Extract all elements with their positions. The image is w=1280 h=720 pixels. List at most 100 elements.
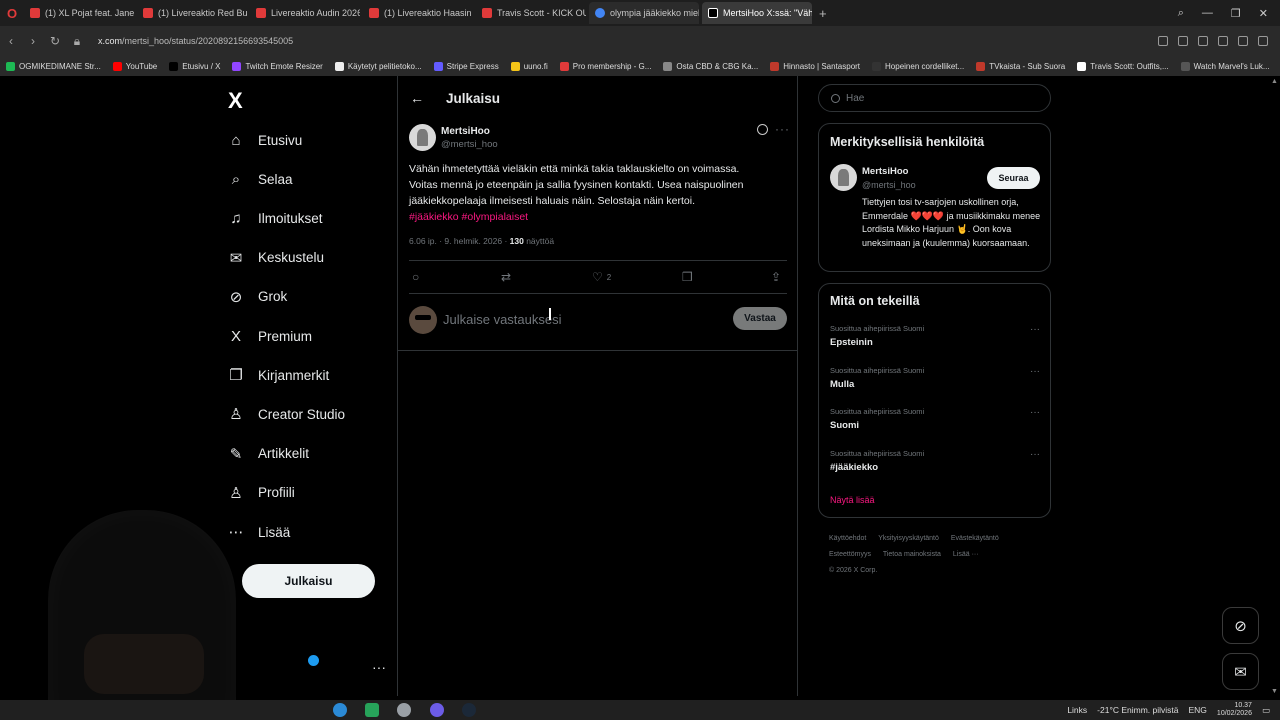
trend-more-icon[interactable]: ··· [1030, 324, 1040, 335]
clock[interactable]: 10.37 10/02/2026 [1217, 702, 1252, 718]
url-field[interactable]: x.com/mertsi_hoo/status/2020892156693545… [98, 36, 293, 46]
discord-icon[interactable] [430, 703, 444, 717]
close-icon[interactable]: ✕ [1259, 7, 1268, 20]
share-tweet-icon[interactable]: ⇪ [771, 270, 781, 284]
nav-item-explore[interactable]: ⌕ Selaa [228, 165, 293, 193]
nav-item-bookmarks[interactable]: ❐ Kirjanmerkit [228, 361, 329, 389]
browser-tab[interactable]: (1) Livereaktio Haasin 20... [363, 2, 473, 24]
bookmark-item[interactable]: Hinnasto | Santasport [770, 61, 860, 71]
relevant-avatar[interactable] [830, 164, 857, 191]
browser-tab-active[interactable]: MertsiHoo X:ssä: "Vähän [702, 2, 812, 24]
repost-icon[interactable]: ⇄ [501, 270, 511, 284]
footer-link[interactable]: Lisää ··· [953, 551, 979, 558]
post-button[interactable]: Julkaisu [242, 564, 375, 598]
author-name[interactable]: MertsiHoo [441, 126, 490, 137]
trend-more-icon[interactable]: ··· [1030, 449, 1040, 460]
weather-widget[interactable]: -21°C Enimm. pilvistä [1097, 705, 1178, 715]
more-options-icon[interactable]: ··· [775, 122, 790, 136]
camera-icon[interactable] [1178, 36, 1188, 46]
back-icon[interactable]: ‹ [0, 34, 22, 48]
nav-item-creator-studio[interactable]: ♙ Creator Studio [228, 400, 345, 428]
bookmark-item[interactable]: Watch Marvel's Luk... [1180, 61, 1270, 71]
like-button[interactable]: ♡ 2 [592, 270, 611, 284]
reply-icon[interactable]: ○ [412, 270, 419, 284]
bookmark-item[interactable]: Stripe Express [433, 61, 499, 71]
ai-icon[interactable] [1198, 36, 1208, 46]
scroll-up-icon[interactable]: ▲ [1271, 78, 1278, 85]
opera-logo-icon[interactable]: O [0, 0, 24, 26]
app-icon[interactable] [397, 703, 411, 717]
trend-item[interactable]: Suosittua aihepiirissä Suomi #jääkiekko ··… [830, 449, 1040, 473]
hashtag-link[interactable]: #jääkiekko [409, 211, 459, 223]
scrollbar[interactable]: ▲ ▼ [1270, 76, 1280, 696]
messages-fab-icon[interactable]: ✉ [1222, 653, 1259, 690]
forward-icon[interactable]: › [22, 34, 44, 48]
x-logo-icon[interactable]: X [228, 88, 243, 114]
reload-icon[interactable]: ↻ [44, 34, 66, 48]
bookmark-item[interactable]: uuno.fi [510, 61, 548, 71]
relevant-name[interactable]: MertsiHoo [862, 166, 908, 177]
nav-item-messages[interactable]: ✉ Keskustelu [228, 244, 324, 272]
trend-more-icon[interactable]: ··· [1030, 366, 1040, 377]
search-tabs-icon[interactable]: ⌕ [1178, 7, 1184, 20]
nav-item-articles[interactable]: ✎ Artikkelit [228, 440, 309, 468]
nav-item-premium[interactable]: X Premium [228, 322, 312, 350]
lock-icon[interactable]: 🔒︎ [66, 34, 88, 49]
bookmark-item[interactable]: TVkaista - Sub Suora [976, 61, 1065, 71]
bookmark-item[interactable]: Twitch Emote Resizer [232, 61, 323, 71]
share-icon[interactable] [1158, 36, 1168, 46]
grok-icon[interactable] [757, 124, 768, 135]
trend-more-icon[interactable]: ··· [1030, 407, 1040, 418]
back-arrow-icon[interactable]: ← [410, 90, 424, 106]
search-input[interactable]: Hae [818, 84, 1051, 112]
author-handle[interactable]: @mertsi_hoo [441, 139, 498, 150]
bookmark-tweet-icon[interactable]: ❒ [682, 270, 693, 284]
bookmark-item[interactable]: Hopeinen cordelliket... [872, 61, 964, 71]
minimize-icon[interactable]: — [1202, 7, 1213, 19]
relevant-handle[interactable]: @mertsi_hoo [862, 180, 916, 190]
browser-tab[interactable]: Livereaktio Audin 2026 F1 [250, 2, 360, 24]
browser-tab[interactable]: (1) XL Pojat feat. Janely [24, 2, 134, 24]
notifications-icon[interactable]: ▭ [1262, 705, 1270, 716]
scroll-down-icon[interactable]: ▼ [1271, 688, 1278, 695]
footer-link[interactable]: Esteettömyys [829, 551, 871, 558]
browser-tab[interactable]: Travis Scott - KICK OUT [476, 2, 586, 24]
maximize-icon[interactable]: ❐ [1231, 7, 1241, 20]
reply-input[interactable]: Julkaise vastauksesi [443, 312, 562, 327]
nav-item-profile[interactable]: ♙ Profiili [228, 479, 295, 507]
edge-icon[interactable] [333, 703, 347, 717]
grok-fab-icon[interactable]: ⊘ [1222, 607, 1259, 644]
nav-item-home[interactable]: ⌂ Etusivu [228, 126, 302, 154]
bookmark-item[interactable]: Etusivu / X [169, 61, 220, 71]
new-tab-button[interactable]: + [819, 6, 827, 21]
profile-icon[interactable] [1258, 36, 1268, 46]
trend-item[interactable]: Suosittua aihepiirissä Suomi Epsteinin ··· [830, 324, 1040, 348]
app-icon[interactable] [365, 703, 379, 717]
footer-link[interactable]: Tietoa mainoksista [883, 551, 941, 558]
follow-button[interactable]: Seuraa [987, 167, 1040, 189]
bookmark-item[interactable]: YouTube [112, 61, 157, 71]
footer-link[interactable]: Yksityisyyskäytäntö [878, 535, 939, 542]
nav-item-grok[interactable]: ⊘ Grok [228, 283, 288, 311]
trend-item[interactable]: Suosittua aihepiirissä Suomi Suomi ··· [830, 407, 1040, 431]
account-menu-dots-icon[interactable]: ··· [372, 659, 386, 675]
language-indicator[interactable]: ENG [1189, 705, 1207, 715]
bookmark-icon[interactable] [1218, 36, 1228, 46]
trend-item[interactable]: Suosittua aihepiirissä Suomi Mulla ··· [830, 366, 1040, 390]
links-toolbar[interactable]: Links [1067, 705, 1087, 715]
footer-link[interactable]: Käyttöehdot [829, 535, 866, 542]
bookmark-item[interactable]: Käytetyt pelitietoko... [334, 61, 422, 71]
browser-tab[interactable]: (1) Livereaktio Red Bullin [137, 2, 247, 24]
steam-icon[interactable] [462, 703, 476, 717]
nav-item-notifications[interactable]: ♫ Ilmoitukset [228, 204, 322, 232]
bookmark-item[interactable]: Pro membership - G... [559, 61, 651, 71]
show-more-link[interactable]: Näytä lisää [830, 495, 875, 505]
footer-link[interactable]: Evästekäytäntö [951, 535, 999, 542]
hashtag-link[interactable]: #olympialaiset [462, 211, 529, 223]
browser-tab[interactable]: olympia jääkiekko miehet [589, 2, 699, 24]
author-avatar[interactable] [409, 124, 436, 151]
extensions-icon[interactable] [1238, 36, 1248, 46]
bookmark-item[interactable]: Travis Scott: Outfits,... [1077, 61, 1169, 71]
reply-button[interactable]: Vastaa [733, 307, 787, 330]
bookmark-item[interactable]: Osta CBD & CBG Ka... [663, 61, 758, 71]
